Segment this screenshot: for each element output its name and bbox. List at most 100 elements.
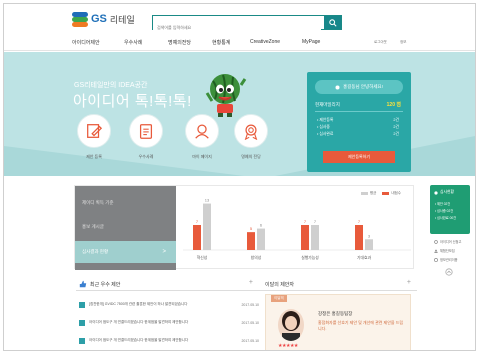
- gs-retail-logo[interactable]: GS 리테일: [72, 12, 135, 27]
- best-row-date: 2017.05.10: [241, 302, 259, 307]
- quick-label-mypage: 마이 페이지: [192, 154, 212, 159]
- document-icon: [139, 124, 153, 139]
- browser-frame: GS 리테일 아이디어제안 우수사례 명예의전당 현황통계 CreativeZo…: [3, 3, 476, 351]
- side-status-box[interactable]: 심사현황 • 제안 02건 • 심사중 02건 • 심사완료 00건: [430, 185, 470, 234]
- category-label: 혁신성: [197, 255, 208, 260]
- quick-label-register: 제안 등록: [86, 154, 102, 159]
- status-tabs: 제이디 획득 기준 홍보 게시글 심사결과 현황 >: [75, 186, 176, 270]
- medal-icon: [244, 124, 258, 140]
- nav-idea-proposal[interactable]: 아이디어제안: [72, 39, 100, 46]
- people-icon: [434, 249, 438, 253]
- avatar: [278, 309, 304, 341]
- nav-statistics[interactable]: 현황통계: [212, 39, 230, 46]
- doc-icon: [79, 319, 85, 326]
- proposer-name: 강정은 홍길동팀장: [318, 311, 353, 316]
- list-item[interactable]: [칭찬한개] GVIDC 7500개 관련 홀훈한 제안이 하나 발견되었습니다…: [79, 300, 259, 309]
- doc-icon: [79, 301, 85, 308]
- points-label: 현재마일리지: [315, 102, 340, 107]
- bar-value-label: 6: [260, 223, 263, 228]
- hero-subtitle: GS리테일만의 IDEA공간: [74, 82, 148, 89]
- star-rating: ★★★★★: [278, 343, 298, 349]
- tab-promo-posts[interactable]: 홍보 게시글: [75, 216, 176, 238]
- quick-mypage-button[interactable]: [185, 114, 219, 148]
- stat-label-2: • 심사중: [317, 125, 330, 129]
- monthly-more-button[interactable]: +: [407, 279, 411, 286]
- best-header: 최근 우수 제안 +: [76, 278, 259, 291]
- bar-value-label: 7: [196, 219, 199, 224]
- main-nav: 아이디어제안 우수사례 명예의전당 현황통계 CreativeZone MyPa…: [4, 37, 475, 51]
- tab-idea-criteria[interactable]: 제이디 획득 기준: [75, 192, 176, 214]
- side-link-1[interactable]: 아이디어 신청고: [434, 239, 461, 244]
- site-header: GS 리테일: [4, 4, 475, 34]
- score-bar-chart: 7 13 혁신성 5 6 창의성 7 7 실행가능성 7 3 기대효과: [183, 198, 411, 260]
- nav-mypage[interactable]: MyPage: [302, 39, 320, 45]
- recent-best-proposals: 최근 우수 제안 + [칭찬한개] GVIDC 7500개 관련 홀훈한 제안이…: [76, 278, 259, 350]
- thumbs-up-icon: [79, 280, 87, 288]
- bar-value-label: 7: [314, 219, 317, 224]
- bar-avg-0: [203, 203, 211, 250]
- tab-promo-posts-label: 홍보 게시글: [82, 224, 104, 229]
- quick-best-cases-button[interactable]: [129, 114, 163, 148]
- user-summary-card: 홍길동님 안녕하세요! 현재마일리지 120 점 • 제안등록 2건 • 심사중…: [307, 72, 411, 172]
- tab-review-results-label: 심사결과 현황: [82, 249, 109, 254]
- register-idea-button[interactable]: 제안등록하기: [323, 151, 395, 163]
- nav-creative-zone[interactable]: CreativeZone: [250, 39, 280, 45]
- side-link-1-label: 아이디어 신청고: [440, 240, 462, 244]
- tab-idea-criteria-label: 제이디 획득 기준: [82, 200, 114, 205]
- quick-label-best: 우수사례: [138, 154, 154, 159]
- person-icon: [195, 124, 209, 139]
- gs-logo-icon: [72, 12, 88, 27]
- best-row-text: 아이디어 점도구 개 연결드리겠습니다 한계점을 발견하여 제안합니다: [89, 338, 189, 342]
- stat-label-1: • 제안등록: [317, 118, 334, 122]
- tab-review-results[interactable]: 심사결과 현황 >: [75, 241, 176, 263]
- nav-best-cases[interactable]: 우수사례: [124, 39, 142, 46]
- greeting-pill: 홍길동님 안녕하세요!: [315, 80, 403, 94]
- best-more-button[interactable]: +: [249, 279, 253, 286]
- review-status-panel: 제이디 획득 기준 홍보 게시글 심사결과 현황 > 평균 내점수 7 13 혁신성 5…: [74, 185, 414, 270]
- list-item[interactable]: 아이디어 점도구 개 연결드리겠습니다 한계점을 발견하여 제안합니다 2017.…: [79, 318, 259, 327]
- nav-hall-of-fame[interactable]: 명예의전당: [168, 39, 191, 46]
- category-label: 기대효과: [357, 255, 371, 260]
- stat-label-3: • 심사완료: [317, 132, 334, 136]
- bar-value-label: 13: [205, 198, 210, 203]
- bar-value-label: 7: [304, 219, 307, 224]
- info-link[interactable]: 정보: [400, 40, 406, 45]
- bar-avg-2: [311, 225, 319, 250]
- stat-value-2: 2건: [393, 125, 399, 129]
- side-row-2: • 심사중 02건: [435, 209, 454, 213]
- monthly-label: 이달의: [271, 295, 287, 302]
- logo-retail-text: 리테일: [109, 14, 135, 25]
- stat-value-1: 2건: [393, 118, 399, 122]
- monthly-card[interactable]: 이달의 강정은 홍길동팀장 홍점화자를 선호기 제안 및 개선에 관련 제안을 …: [265, 294, 411, 350]
- bar-value-label: 5: [250, 226, 253, 231]
- logo-gs-text: GS: [91, 13, 107, 25]
- gear-icon: [434, 239, 438, 244]
- category-label: 실행가능성: [301, 255, 319, 260]
- quick-label-hall: 명예의 전당: [241, 154, 261, 159]
- search-icon: [328, 18, 337, 27]
- quick-hall-of-fame-button[interactable]: [234, 114, 268, 148]
- monthly-header: 이달의 제안자 +: [259, 278, 417, 291]
- category-label: 창의성: [251, 255, 262, 260]
- monthly-proposer: 이달의 제안자 + 이달의 강정은 홍길동팀장 홍점화자를 선호기 제안 및 개…: [259, 278, 417, 350]
- bell-icon: [335, 85, 340, 89]
- bar-avg-1: [257, 228, 265, 250]
- best-title: 최근 우수 제안: [90, 282, 121, 288]
- monthly-title: 이달의 제안자: [265, 282, 294, 288]
- side-link-2[interactable]: 체험단모집: [434, 248, 455, 253]
- points-value: 120 점: [386, 102, 401, 108]
- info-icon: [434, 257, 438, 262]
- status-dot-icon: [434, 191, 438, 195]
- search-button[interactable]: [324, 16, 341, 29]
- stat-value-3: 2건: [393, 132, 399, 136]
- logout-link[interactable]: 로그아웃: [374, 40, 387, 45]
- bar-avg-3: [365, 239, 373, 250]
- list-item[interactable]: 아이디어 점도구 개 연결드리겠습니다 한계점을 발견하여 제안합니다 2017.…: [79, 336, 259, 345]
- side-title: 심사현황: [440, 190, 454, 194]
- scroll-top-icon[interactable]: [445, 268, 453, 276]
- quick-register-button[interactable]: [77, 114, 111, 148]
- search-input[interactable]: [153, 21, 321, 34]
- person-photo-icon: [282, 311, 300, 341]
- side-link-3-label: 정보관리이용: [440, 258, 458, 262]
- side-link-3[interactable]: 정보관리이용: [434, 257, 458, 262]
